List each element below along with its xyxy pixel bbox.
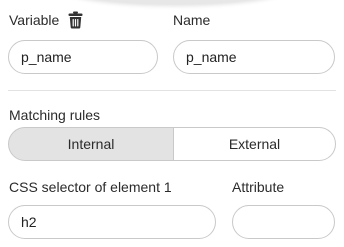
attribute-label: Attribute [232, 179, 285, 195]
name-label: Name [173, 12, 211, 28]
panel-top-edge [60, 0, 290, 4]
css-selector-label: CSS selector of element 1 [9, 179, 172, 195]
matching-external-button[interactable]: External [173, 127, 336, 161]
matching-rules-label: Matching rules [9, 107, 101, 123]
trash-icon[interactable] [68, 11, 83, 29]
variable-label: Variable [9, 12, 60, 28]
matching-internal-button[interactable]: Internal [8, 127, 174, 161]
section-divider [8, 90, 336, 91]
variable-input[interactable] [8, 40, 158, 74]
attribute-input[interactable] [232, 205, 335, 239]
css-selector-input[interactable] [8, 205, 216, 239]
name-input[interactable] [173, 40, 335, 74]
